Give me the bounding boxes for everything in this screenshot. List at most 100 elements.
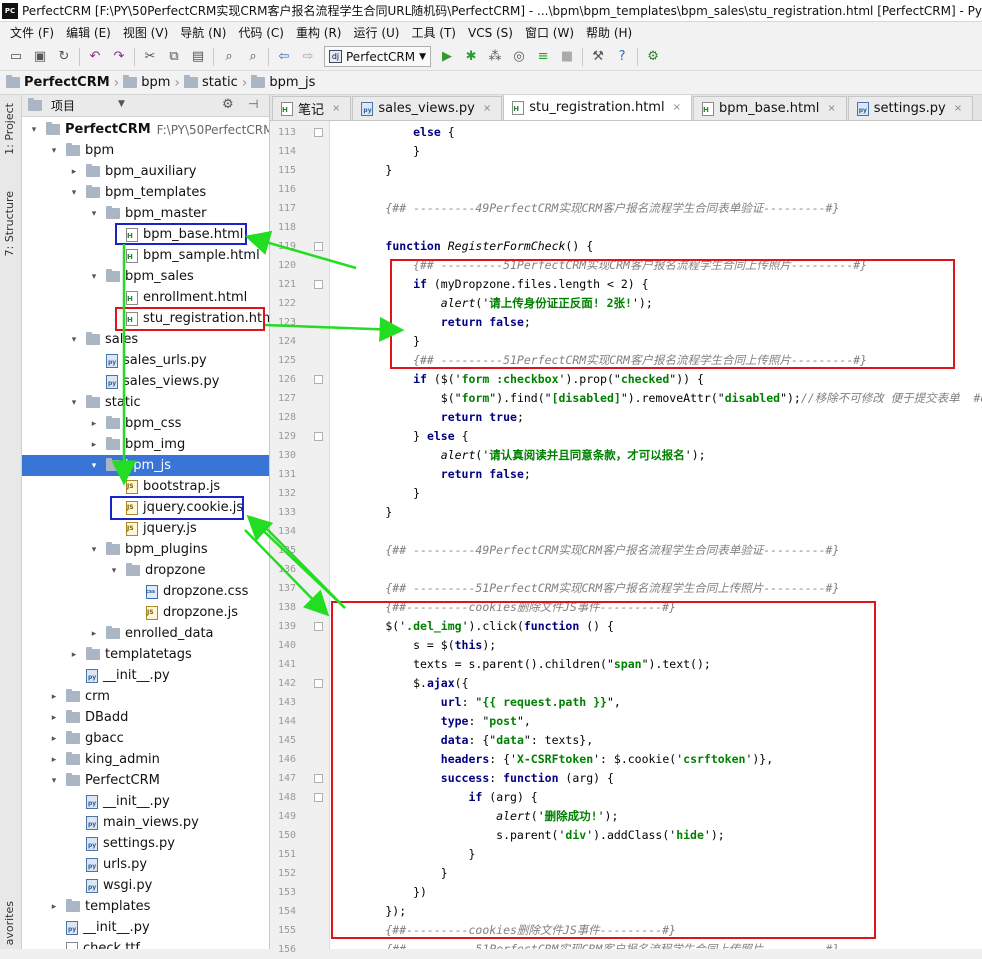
tree-item[interactable]: dropzone.js <box>22 602 269 623</box>
tree-item[interactable]: __init__.py <box>22 665 269 686</box>
close-icon[interactable]: × <box>954 103 962 114</box>
close-icon[interactable]: × <box>673 102 681 113</box>
editor-tab[interactable]: 笔记 × <box>272 96 352 120</box>
debug-icon[interactable]: ✱ <box>461 47 481 67</box>
tree-item[interactable]: ▸ templates <box>22 896 269 917</box>
collapse-arrow-icon[interactable]: ▸ <box>88 419 100 429</box>
fold-marker-icon[interactable] <box>314 679 323 688</box>
breadcrumb-item[interactable]: bpm <box>123 75 170 90</box>
chevron-down-icon[interactable]: ▼ <box>118 99 125 109</box>
tree-item[interactable]: urls.py <box>22 854 269 875</box>
collapse-arrow-icon[interactable]: ▸ <box>88 440 100 450</box>
expand-arrow-icon[interactable]: ▾ <box>88 545 100 555</box>
menu-item[interactable]: 工具 (T) <box>405 24 462 41</box>
tree-item[interactable]: main_views.py <box>22 812 269 833</box>
find-icon[interactable]: ⌕ <box>219 47 239 67</box>
tree-item[interactable]: ▾ bpm_js <box>22 455 269 476</box>
tree-item[interactable]: ▸ gbacc <box>22 728 269 749</box>
run-icon[interactable]: ▶ <box>437 47 457 67</box>
stop-icon[interactable]: ■ <box>557 47 577 67</box>
menu-item[interactable]: 帮助 (H) <box>580 24 638 41</box>
tree-item[interactable]: ▸ king_admin <box>22 749 269 770</box>
collapse-arrow-icon[interactable]: ▸ <box>48 692 60 702</box>
editor-tab[interactable]: settings.py × <box>847 96 974 120</box>
gear-icon[interactable]: ⚙ <box>222 97 234 112</box>
close-icon[interactable]: × <box>827 103 835 114</box>
menu-item[interactable]: 编辑 (E) <box>60 24 117 41</box>
collapse-arrow-icon[interactable]: ▸ <box>88 629 100 639</box>
close-icon[interactable]: × <box>483 103 491 114</box>
tab-structure[interactable]: 7: Structure <box>3 191 16 256</box>
menu-item[interactable]: 视图 (V) <box>117 24 174 41</box>
tree-item[interactable]: bpm_sample.html <box>22 245 269 266</box>
tree-item[interactable]: jquery.js <box>22 518 269 539</box>
tree-item[interactable]: ▸ DBadd <box>22 707 269 728</box>
forward-icon[interactable]: ⇨ <box>298 47 318 67</box>
tab-project[interactable]: 1: Project <box>3 103 16 155</box>
redo-icon[interactable]: ↷ <box>109 47 129 67</box>
expand-arrow-icon[interactable]: ▾ <box>28 125 40 135</box>
tree-item[interactable]: ▾ bpm_master <box>22 203 269 224</box>
menu-item[interactable]: 文件 (F) <box>4 24 60 41</box>
expand-arrow-icon[interactable]: ▾ <box>48 776 60 786</box>
tree-item[interactable]: ▸ bpm_auxiliary <box>22 161 269 182</box>
breadcrumb-item[interactable]: static <box>184 75 238 90</box>
cut-icon[interactable]: ✂ <box>140 47 160 67</box>
tree-item[interactable]: ▾ bpm_sales <box>22 266 269 287</box>
tree-item[interactable]: __init__.py <box>22 917 269 938</box>
tree-item[interactable]: sales_urls.py <box>22 350 269 371</box>
tree-item[interactable]: ▾ bpm_plugins <box>22 539 269 560</box>
tree-item[interactable]: ▾ static <box>22 392 269 413</box>
collapse-arrow-icon[interactable]: ▸ <box>48 713 60 723</box>
expand-arrow-icon[interactable]: ▾ <box>68 335 80 345</box>
tree-item[interactable]: ▾ PerfectCRM <box>22 770 269 791</box>
concurrency-icon[interactable]: ≡ <box>533 47 553 67</box>
profile-icon[interactable]: ◎ <box>509 47 529 67</box>
tree-item[interactable]: settings.py <box>22 833 269 854</box>
editor-tab[interactable]: bpm_base.html × <box>692 96 847 120</box>
help-icon[interactable]: ? <box>612 47 632 67</box>
fold-marker-icon[interactable] <box>314 375 323 384</box>
tree-item[interactable]: ▸ bpm_css <box>22 413 269 434</box>
tree-item[interactable]: ▸ templatetags <box>22 644 269 665</box>
collapse-arrow-icon[interactable]: ▸ <box>68 650 80 660</box>
breadcrumb-item[interactable]: PerfectCRM <box>6 75 110 90</box>
fold-marker-icon[interactable] <box>314 128 323 137</box>
tree-item[interactable]: bootstrap.js <box>22 476 269 497</box>
menu-item[interactable]: 窗口 (W) <box>519 24 580 41</box>
tree-item[interactable]: ▾ bpm <box>22 140 269 161</box>
fold-marker-icon[interactable] <box>314 280 323 289</box>
breadcrumb-item[interactable]: bpm_js <box>251 75 315 90</box>
editor-tab[interactable]: stu_registration.html × <box>503 95 692 120</box>
settings-icon[interactable]: ⚒ <box>588 47 608 67</box>
fold-marker-icon[interactable] <box>314 793 323 802</box>
tree-item[interactable]: wsgi.py <box>22 875 269 896</box>
fold-marker-icon[interactable] <box>314 622 323 631</box>
editor-tab[interactable]: sales_views.py × <box>352 96 503 120</box>
collapse-arrow-icon[interactable]: ▸ <box>68 167 80 177</box>
tab-favorites[interactable]: avorites <box>3 901 16 945</box>
tree-item[interactable]: sales_views.py <box>22 371 269 392</box>
expand-arrow-icon[interactable]: ▾ <box>68 398 80 408</box>
replace-icon[interactable]: ⌕ <box>243 47 263 67</box>
close-icon[interactable]: × <box>332 103 340 114</box>
fold-marker-icon[interactable] <box>314 432 323 441</box>
fold-marker-icon[interactable] <box>314 242 323 251</box>
collapse-arrow-icon[interactable]: ▸ <box>48 755 60 765</box>
menu-item[interactable]: 代码 (C) <box>232 24 290 41</box>
sync-icon[interactable]: ↻ <box>54 47 74 67</box>
run-coverage-icon[interactable]: ⁂ <box>485 47 505 67</box>
tree-item[interactable]: dropzone.css <box>22 581 269 602</box>
menu-item[interactable]: 导航 (N) <box>174 24 232 41</box>
expand-arrow-icon[interactable]: ▾ <box>88 461 100 471</box>
menu-item[interactable]: 重构 (R) <box>290 24 348 41</box>
menu-item[interactable]: 运行 (U) <box>348 24 406 41</box>
menu-item[interactable]: VCS (S) <box>462 26 519 40</box>
open-folder-icon[interactable]: ▭ <box>6 47 26 67</box>
project-panel-title[interactable]: 项目 <box>51 97 75 114</box>
collapse-arrow-icon[interactable]: ▸ <box>48 734 60 744</box>
expand-arrow-icon[interactable]: ▾ <box>88 272 100 282</box>
fold-marker-icon[interactable] <box>314 774 323 783</box>
tree-item[interactable]: ▾ bpm_templates <box>22 182 269 203</box>
tree-item[interactable]: check.ttf <box>22 938 269 949</box>
